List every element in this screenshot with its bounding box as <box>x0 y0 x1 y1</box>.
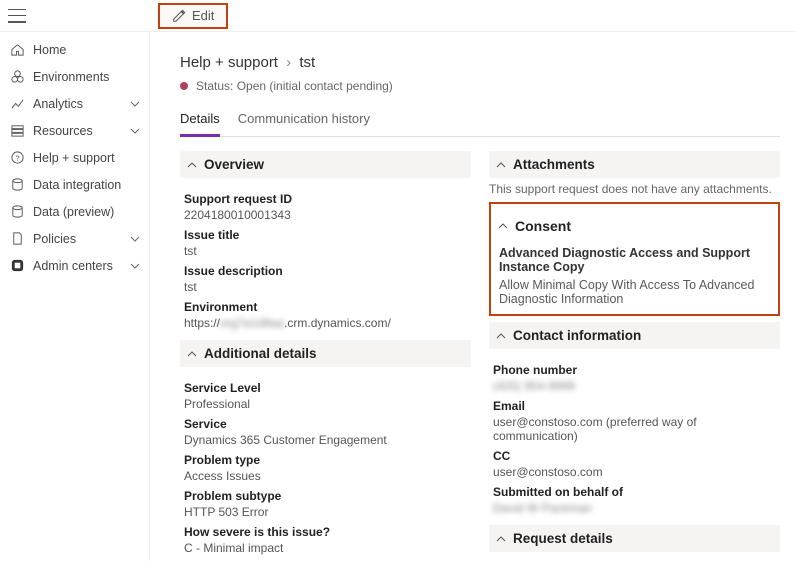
policies-icon <box>10 231 25 246</box>
tabs: Details Communication history <box>180 111 780 137</box>
sidebar-item-label: Policies <box>33 232 76 246</box>
sidebar-item-label: Data (preview) <box>33 205 114 219</box>
problem-subtype: HTTP 503 Error <box>184 505 467 519</box>
field-label: Phone number <box>493 363 776 377</box>
field-label: Environment <box>184 300 467 314</box>
field-label: Issue title <box>184 228 467 242</box>
severity: C - Minimal impact <box>184 541 467 555</box>
chevron-up-icon <box>495 533 507 545</box>
edit-button[interactable]: Edit <box>158 3 228 29</box>
breadcrumb-leaf: tst <box>299 54 315 71</box>
submitted-on-behalf: David W Packman <box>493 501 776 515</box>
svg-text:?: ? <box>15 153 19 162</box>
sidebar-item-admin-centers[interactable]: Admin centers <box>0 252 149 279</box>
edit-label: Edit <box>192 8 214 23</box>
sidebar-item-home[interactable]: Home <box>0 36 149 63</box>
resources-icon <box>10 123 25 138</box>
section-title: Attachments <box>513 157 595 172</box>
chevron-up-icon <box>495 330 507 342</box>
section-attachments-header[interactable]: Attachments <box>489 151 780 178</box>
field-label: CC <box>493 449 776 463</box>
section-title: Additional details <box>204 346 317 361</box>
chevron-down-icon <box>129 125 141 137</box>
section-title: Contact information <box>513 328 641 343</box>
sidebar: Home Environments Analytics Resources ? H… <box>0 32 150 561</box>
email: user@constoso.com (preferred way of comm… <box>493 415 776 443</box>
attachments-empty: This support request does not have any a… <box>489 182 780 196</box>
chevron-down-icon <box>129 260 141 272</box>
sidebar-item-resources[interactable]: Resources <box>0 117 149 144</box>
tab-details[interactable]: Details <box>180 111 220 137</box>
section-title: Overview <box>204 157 264 172</box>
breadcrumb: Help + support › tst <box>180 42 780 79</box>
main-content: Help + support › tst Status: Open (initi… <box>150 32 796 561</box>
section-additional-header[interactable]: Additional details <box>180 340 471 367</box>
chevron-up-icon <box>186 348 198 360</box>
cc: user@constoso.com <box>493 465 776 479</box>
data-preview-icon <box>10 204 25 219</box>
home-icon <box>10 42 25 57</box>
tab-communication-history[interactable]: Communication history <box>238 111 370 136</box>
chevron-up-icon <box>497 220 509 232</box>
section-title: Consent <box>515 218 571 234</box>
admin-centers-icon <box>10 258 25 273</box>
field-label: Email <box>493 399 776 413</box>
consent-callout: Consent Advanced Diagnostic Access and S… <box>489 202 780 316</box>
chevron-down-icon <box>129 233 141 245</box>
consent-title: Advanced Diagnostic Access and Support I… <box>499 246 770 274</box>
phone-number: (425) 954-9999 <box>493 379 776 393</box>
status-value: Open (initial contact pending) <box>237 79 393 93</box>
support-request-id: 2204180010001343 <box>184 208 467 222</box>
field-label: Problem type <box>184 453 467 467</box>
problem-type: Access Issues <box>184 469 467 483</box>
section-request-header[interactable]: Request details <box>489 525 780 552</box>
breadcrumb-root[interactable]: Help + support <box>180 54 278 71</box>
field-label: Support request ID <box>184 192 467 206</box>
sidebar-item-label: Help + support <box>33 151 115 165</box>
sidebar-item-label: Resources <box>33 124 93 138</box>
pencil-icon <box>172 9 186 23</box>
section-consent-header[interactable]: Consent <box>495 212 774 240</box>
status-row: Status: Open (initial contact pending) <box>180 79 780 93</box>
sidebar-item-analytics[interactable]: Analytics <box>0 90 149 117</box>
chevron-up-icon <box>495 159 507 171</box>
field-label: Problem subtype <box>184 489 467 503</box>
status-label: Status: <box>196 79 233 93</box>
status-dot-icon <box>180 82 188 90</box>
hamburger-menu[interactable] <box>8 9 26 23</box>
help-icon: ? <box>10 150 25 165</box>
service: Dynamics 365 Customer Engagement <box>184 433 467 447</box>
sidebar-item-data-integration[interactable]: Data integration <box>0 171 149 198</box>
data-integration-icon <box>10 177 25 192</box>
section-overview-header[interactable]: Overview <box>180 151 471 178</box>
sidebar-item-label: Environments <box>33 70 109 84</box>
field-label: Service <box>184 417 467 431</box>
service-level: Professional <box>184 397 467 411</box>
field-label: How severe is this issue? <box>184 525 467 539</box>
environments-icon <box>10 69 25 84</box>
field-label: Submitted on behalf of <box>493 485 776 499</box>
sidebar-item-data-preview[interactable]: Data (preview) <box>0 198 149 225</box>
analytics-icon <box>10 96 25 111</box>
sidebar-item-label: Analytics <box>33 97 83 111</box>
field-label: Service Level <box>184 381 467 395</box>
sidebar-item-label: Data integration <box>33 178 121 192</box>
sidebar-item-label: Home <box>33 43 66 57</box>
chevron-right-icon: › <box>282 54 295 71</box>
chevron-down-icon <box>129 98 141 110</box>
section-title: Request details <box>513 531 613 546</box>
sidebar-item-policies[interactable]: Policies <box>0 225 149 252</box>
issue-description: tst <box>184 280 467 294</box>
section-contact-header[interactable]: Contact information <box>489 322 780 349</box>
sidebar-item-label: Admin centers <box>33 259 113 273</box>
chevron-up-icon <box>186 159 198 171</box>
field-label: Issue description <box>184 264 467 278</box>
issue-title: tst <box>184 244 467 258</box>
environment-url: https://org7a1d8aa.crm.dynamics.com/ <box>184 316 467 330</box>
sidebar-item-environments[interactable]: Environments <box>0 63 149 90</box>
consent-subtitle: Allow Minimal Copy With Access To Advanc… <box>499 278 770 306</box>
sidebar-item-help-support[interactable]: ? Help + support <box>0 144 149 171</box>
